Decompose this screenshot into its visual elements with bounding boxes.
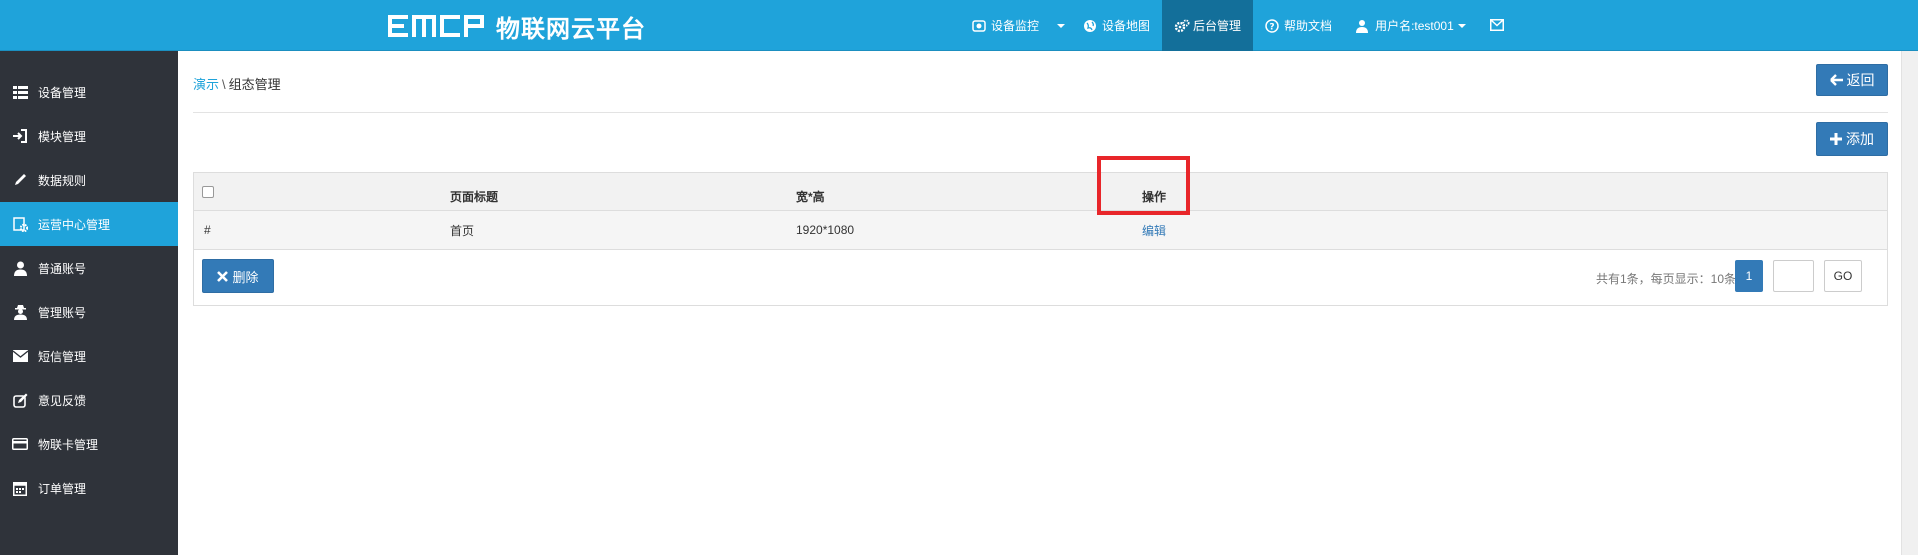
- nav-device-monitor-dropdown[interactable]: [1051, 0, 1071, 51]
- sidebar-item-regular-accounts[interactable]: 普通账号: [0, 246, 178, 290]
- sidebar: 设备管理 模块管理 数据规则 运营中心管理 普通账号 管理账号 短信管理 意见反…: [0, 51, 178, 555]
- column-header-title: 页面标题: [450, 190, 499, 204]
- nav-label: 后台管理: [1193, 19, 1242, 33]
- calendar-icon: [12, 480, 28, 496]
- caret-down-icon: [1457, 23, 1466, 28]
- table-row: # 首页 1920*1080 编辑: [194, 211, 1887, 250]
- brand-name: 物联网云平台: [496, 14, 646, 43]
- sidebar-item-label: 短信管理: [38, 349, 87, 364]
- breadcrumb-current: 组态管理: [228, 77, 281, 92]
- sidebar-item-label: 订单管理: [38, 481, 87, 496]
- top-navbar: 物联网云平台 设备监控 设备地图 后台管理 ? 帮助文档 用户名:test001: [0, 0, 1918, 51]
- nav-messages[interactable]: [1478, 0, 1521, 51]
- delete-button-label: 删除: [232, 269, 259, 285]
- sidebar-item-label: 意见反馈: [38, 393, 87, 408]
- user-icon: [12, 260, 28, 276]
- sidebar-item-feedback[interactable]: 意见反馈: [0, 378, 178, 422]
- sidebar-item-label: 普通账号: [38, 261, 87, 276]
- row-action-cell: 编辑: [1142, 211, 1166, 249]
- globe-icon: [1083, 19, 1097, 33]
- add-button[interactable]: 添加: [1816, 122, 1888, 156]
- nav-device-monitor[interactable]: 设备监控: [960, 0, 1051, 51]
- nav-label: 设备监控: [991, 19, 1040, 33]
- credit-card-icon: [12, 436, 28, 452]
- sidebar-item-label: 物联卡管理: [38, 437, 99, 452]
- sidebar-item-operations-center[interactable]: 运营中心管理: [0, 202, 178, 246]
- brand[interactable]: 物联网云平台: [388, 10, 646, 43]
- sign-in-icon: [12, 128, 28, 144]
- table-footer: 删除 共有1条，每页显示：10条 1 GO: [194, 250, 1887, 306]
- page-button-current[interactable]: 1: [1735, 260, 1763, 292]
- nav-label: 设备地图: [1102, 19, 1151, 33]
- sidebar-item-label: 运营中心管理: [38, 217, 111, 232]
- sidebar-item-orders[interactable]: 订单管理: [0, 466, 178, 510]
- select-all-checkbox[interactable]: [202, 185, 214, 198]
- sidebar-item-label: 模块管理: [38, 129, 87, 144]
- nav-label: 帮助文档: [1284, 19, 1333, 33]
- list-icon: [12, 84, 28, 100]
- config-table-panel: 页面标题 宽*高 操作 # 首页 1920*1080 编辑 删除 共有1条，每页…: [193, 172, 1888, 306]
- cog-icon: [12, 216, 28, 232]
- pencil-icon: [12, 172, 28, 188]
- sidebar-item-label: 管理账号: [38, 305, 87, 320]
- plus-icon: [1830, 133, 1842, 145]
- table-header: 页面标题 宽*高 操作: [194, 173, 1887, 211]
- delete-button[interactable]: 删除: [202, 259, 274, 293]
- pagination-info: 共有1条，每页显示：10条: [1596, 272, 1737, 286]
- page-jump-input[interactable]: [1773, 260, 1814, 292]
- envelope-icon: [1489, 18, 1504, 33]
- nav-label: 用户名:test001: [1375, 19, 1454, 33]
- row-size: 1920*1080: [796, 223, 855, 237]
- breadcrumb: 演示 \ 组态管理: [193, 74, 281, 93]
- column-header-size: 宽*高: [796, 190, 825, 204]
- go-button[interactable]: GO: [1824, 260, 1862, 292]
- breadcrumb-separator: \: [222, 77, 226, 92]
- gears-icon: [1174, 19, 1190, 33]
- row-index: #: [204, 223, 211, 237]
- highlight-box: [1097, 156, 1190, 215]
- main-content: 演示 \ 组态管理 返回 添加 页面标题 宽*高 操作 # 首页 1920*1080…: [178, 51, 1901, 555]
- sidebar-item-admin-accounts[interactable]: 管理账号: [0, 290, 178, 334]
- camera-icon: [972, 19, 986, 33]
- user-icon: [1356, 19, 1370, 33]
- sidebar-item-device-management[interactable]: 设备管理: [0, 70, 178, 114]
- sidebar-item-sms-management[interactable]: 短信管理: [0, 334, 178, 378]
- sidebar-item-data-rules[interactable]: 数据规则: [0, 158, 178, 202]
- sidebar-item-iot-card[interactable]: 物联卡管理: [0, 422, 178, 466]
- sidebar-item-module-management[interactable]: 模块管理: [0, 114, 178, 158]
- main-nav: 设备监控 设备地图 后台管理 ? 帮助文档 用户名:test001: [960, 0, 1521, 51]
- caret-down-icon: [1057, 23, 1066, 28]
- edit-icon: [12, 392, 28, 408]
- nav-help-docs[interactable]: ? 帮助文档: [1253, 0, 1344, 51]
- svg-text:?: ?: [1269, 22, 1274, 32]
- envelope-icon: [12, 348, 28, 364]
- edit-link[interactable]: 编辑: [1142, 222, 1166, 239]
- nav-admin[interactable]: 后台管理: [1162, 0, 1254, 51]
- emcp-logo: [388, 13, 486, 39]
- question-circle-icon: ?: [1265, 18, 1279, 33]
- arrow-left-icon: [1829, 74, 1843, 86]
- breadcrumb-parent-link[interactable]: 演示: [193, 77, 219, 92]
- user-secret-icon: [12, 304, 28, 320]
- select-all-cell: [202, 173, 214, 210]
- back-button-label: 返回: [1846, 72, 1875, 88]
- scrollbar-track[interactable]: [1901, 51, 1918, 555]
- close-icon: [217, 270, 229, 282]
- add-button-label: 添加: [1846, 131, 1874, 147]
- nav-user-menu[interactable]: 用户名:test001: [1344, 0, 1478, 51]
- nav-device-map[interactable]: 设备地图: [1071, 0, 1162, 51]
- sidebar-item-label: 设备管理: [38, 85, 87, 100]
- row-title: 首页: [450, 223, 475, 238]
- divider: [193, 112, 1888, 113]
- back-button[interactable]: 返回: [1816, 64, 1888, 96]
- sidebar-item-label: 数据规则: [38, 173, 87, 188]
